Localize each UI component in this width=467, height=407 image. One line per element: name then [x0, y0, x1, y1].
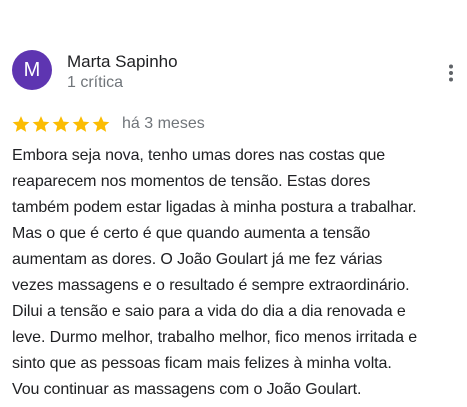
star-icon: [92, 116, 110, 132]
more-vert-icon: [449, 64, 453, 82]
review-card: M Marta Sapinho 1 crítica há 3 meses Emb…: [0, 0, 467, 407]
review-text-line: Mas o que é certo é que quando aumenta a…: [12, 225, 371, 242]
review-text-line: Dilui a tensão e saio para a vida do dia…: [12, 303, 406, 320]
review-text-line: também podem estar ligadas à minha postu…: [12, 199, 417, 216]
rating-row: há 3 meses: [11, 113, 205, 135]
review-age: há 3 meses: [122, 115, 205, 132]
review-text-line: aumentam as dores. O João Goulart já me …: [12, 251, 383, 268]
star-icon: [52, 116, 70, 132]
review-text-line: sinto que as pessoas ficam mais felizes …: [12, 355, 392, 372]
star-icon: [12, 116, 30, 132]
star-icon: [72, 116, 90, 132]
review-text-line: Vou continuar as massagens com o João Go…: [12, 381, 362, 398]
review-text-line: reaparecem nos momentos de tensão. Estas…: [12, 173, 371, 190]
review-text-line: Embora seja nova, tenho umas dores nas c…: [12, 147, 386, 164]
author-name[interactable]: Marta Sapinho: [67, 51, 178, 73]
avatar-initial: M: [23, 58, 41, 81]
star-rating: [11, 114, 111, 134]
avatar[interactable]: M: [12, 50, 52, 90]
star-icon: [32, 116, 50, 132]
review-text-line: leve. Durmo melhor, trabalho melhor, fic…: [12, 329, 418, 346]
more-options-button[interactable]: [436, 58, 466, 88]
review-text-line: vezes massagens e o resultado é sempre e…: [12, 277, 410, 294]
author-review-count[interactable]: 1 crítica: [67, 73, 123, 93]
review-text: Embora seja nova, tenho umas dores nas c…: [12, 143, 465, 403]
